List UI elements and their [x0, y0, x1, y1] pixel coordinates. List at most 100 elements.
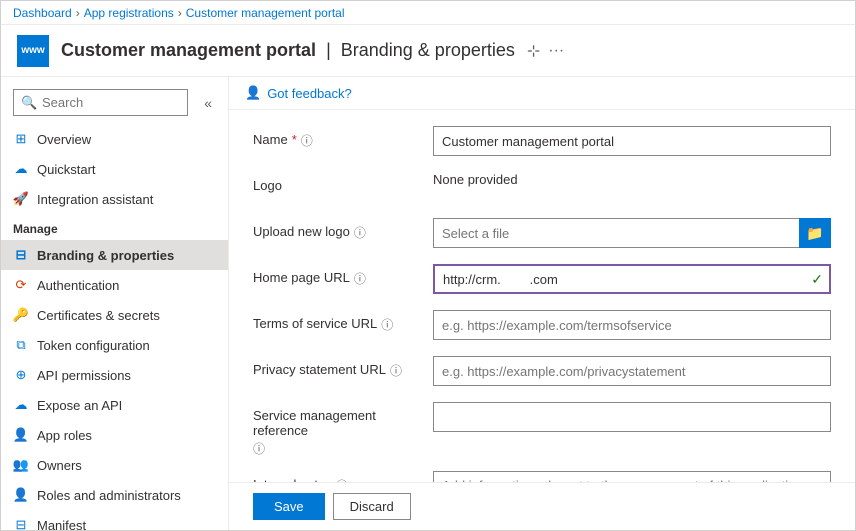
sidebar-label-token: Token configuration [37, 338, 150, 353]
token-icon: ⧉ [13, 337, 29, 353]
sidebar-item-overview[interactable]: ⊞ Overview [1, 124, 228, 154]
url-check-icon: ✓ [811, 271, 823, 288]
name-input[interactable] [433, 126, 831, 156]
form-row-privacy-url: Privacy statement URL ⓘ [253, 356, 831, 388]
breadcrumb-current: Customer management portal [186, 6, 345, 20]
control-privacy-url [433, 356, 831, 386]
search-icon: 🔍 [21, 95, 37, 111]
page-header: www Customer management portal | Brandin… [1, 25, 855, 77]
service-mgmt-input[interactable] [433, 402, 831, 432]
owners-icon: 👥 [13, 457, 29, 473]
main-body: 🔍 « ⊞ Overview ☁ Quickstart 🚀 Integratio… [1, 77, 855, 530]
service-mgmt-info-icon[interactable]: ⓘ [253, 440, 265, 457]
control-upload-logo: 📁 [433, 218, 831, 248]
form-row-logo: Logo None provided [253, 172, 831, 204]
app-icon-text: www [21, 45, 44, 56]
control-homepage-url: ✓ [433, 264, 831, 294]
sidebar-label-manifest: Manifest [37, 518, 86, 531]
folder-icon: 📁 [806, 225, 823, 242]
required-indicator: * [292, 132, 297, 147]
sidebar-item-app-roles[interactable]: 👤 App roles [1, 420, 228, 450]
discard-button[interactable]: Discard [333, 493, 411, 520]
manifest-icon: ⊟ [13, 517, 29, 530]
more-icon[interactable]: ··· [548, 42, 564, 60]
page-title: Customer management portal [61, 40, 316, 61]
sidebar-item-branding[interactable]: ⊟ Branding & properties [1, 240, 228, 270]
breadcrumb-dashboard[interactable]: Dashboard [13, 6, 72, 20]
sidebar-label-owners: Owners [37, 458, 82, 473]
label-logo: Logo [253, 172, 433, 193]
pin-icon[interactable]: ⊹ [527, 41, 540, 61]
feedback-link[interactable]: Got feedback? [267, 86, 352, 101]
branding-icon: ⊟ [13, 247, 29, 263]
sidebar-item-manifest[interactable]: ⊟ Manifest [1, 510, 228, 530]
save-button[interactable]: Save [253, 493, 325, 520]
label-privacy-url: Privacy statement URL ⓘ [253, 356, 433, 379]
form-row-internal-notes: Internal notes ⓘ [253, 471, 831, 482]
integration-icon: 🚀 [13, 191, 29, 207]
form-row-homepage-url: Home page URL ⓘ ✓ [253, 264, 831, 296]
overview-icon: ⊞ [13, 131, 29, 147]
sidebar-item-expose-api[interactable]: ☁ Expose an API [1, 390, 228, 420]
form-row-service-mgmt: Service management reference ⓘ [253, 402, 831, 457]
homepage-url-input[interactable] [433, 264, 831, 294]
search-input[interactable] [13, 89, 188, 116]
app-container: Dashboard › App registrations › Customer… [0, 0, 856, 531]
label-name: Name * ⓘ [253, 126, 433, 149]
sidebar-label-expose-api: Expose an API [37, 398, 122, 413]
api-permissions-icon: ⊕ [13, 367, 29, 383]
form-footer: Save Discard [229, 482, 855, 530]
content-area: 👤 Got feedback? Name * ⓘ [229, 77, 855, 530]
terms-info-icon[interactable]: ⓘ [381, 316, 393, 333]
sidebar-label-branding: Branding & properties [37, 248, 174, 263]
sidebar-item-roles-admin[interactable]: 👤 Roles and administrators [1, 480, 228, 510]
breadcrumb-app-registrations[interactable]: App registrations [84, 6, 174, 20]
form-row-upload-logo: Upload new logo ⓘ 📁 [253, 218, 831, 250]
sidebar-item-token[interactable]: ⧉ Token configuration [1, 330, 228, 360]
feedback-bar: 👤 Got feedback? [229, 77, 855, 110]
label-homepage-url: Home page URL ⓘ [253, 264, 433, 287]
internal-notes-textarea[interactable] [433, 471, 831, 482]
terms-url-input[interactable] [433, 310, 831, 340]
certificates-icon: 🔑 [13, 307, 29, 323]
upload-logo-input[interactable] [433, 218, 799, 248]
control-logo: None provided [433, 172, 831, 187]
manage-section-label: Manage [1, 214, 228, 240]
sidebar-label-overview: Overview [37, 132, 91, 147]
sidebar-item-owners[interactable]: 👥 Owners [1, 450, 228, 480]
collapse-icon[interactable]: « [200, 91, 216, 115]
upload-button[interactable]: 📁 [799, 218, 831, 248]
sidebar-label-app-roles: App roles [37, 428, 92, 443]
search-container: 🔍 [13, 89, 188, 116]
privacy-info-icon[interactable]: ⓘ [390, 362, 402, 379]
sidebar-item-quickstart[interactable]: ☁ Quickstart [1, 154, 228, 184]
sidebar-item-authentication[interactable]: ⟳ Authentication [1, 270, 228, 300]
control-name [433, 126, 831, 156]
upload-logo-info-icon[interactable]: ⓘ [354, 224, 366, 241]
expose-api-icon: ☁ [13, 397, 29, 413]
sidebar-item-integration[interactable]: 🚀 Integration assistant [1, 184, 228, 214]
sidebar-label-api-permissions: API permissions [37, 368, 131, 383]
sidebar-label-roles-admin: Roles and administrators [37, 488, 181, 503]
privacy-url-input[interactable] [433, 356, 831, 386]
form-area: Name * ⓘ Logo None provided [229, 110, 855, 482]
sidebar-item-api-permissions[interactable]: ⊕ API permissions [1, 360, 228, 390]
control-terms-url [433, 310, 831, 340]
search-row: 🔍 « [1, 81, 228, 124]
header-actions: ⊹ ··· [527, 41, 564, 61]
authentication-icon: ⟳ [13, 277, 29, 293]
app-roles-icon: 👤 [13, 427, 29, 443]
upload-row: 📁 [433, 218, 831, 248]
roles-admin-icon: 👤 [13, 487, 29, 503]
logo-value: None provided [433, 166, 518, 187]
label-terms-url: Terms of service URL ⓘ [253, 310, 433, 333]
homepage-info-icon[interactable]: ⓘ [354, 270, 366, 287]
sidebar-label-quickstart: Quickstart [37, 162, 96, 177]
sidebar-item-certificates[interactable]: 🔑 Certificates & secrets [1, 300, 228, 330]
name-info-icon[interactable]: ⓘ [301, 132, 313, 149]
label-service-mgmt: Service management reference ⓘ [253, 402, 433, 457]
label-internal-notes: Internal notes ⓘ [253, 471, 433, 482]
app-icon: www [17, 35, 49, 67]
sidebar-label-integration: Integration assistant [37, 192, 153, 207]
quickstart-icon: ☁ [13, 161, 29, 177]
